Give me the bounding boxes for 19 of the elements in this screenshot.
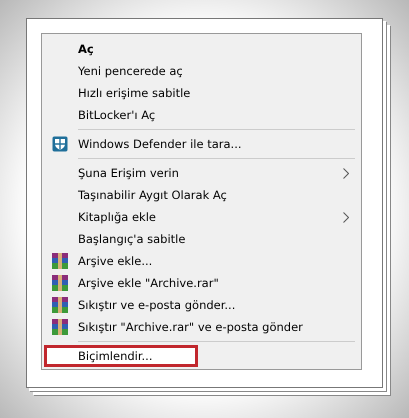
menu-item[interactable]: Hızlı erişime sabitle — [44, 82, 359, 104]
archive-icon — [52, 253, 68, 269]
menu-item[interactable]: Arşive ekle "Archive.rar" — [44, 272, 359, 294]
menu-item[interactable]: Sıkıştır ve e-posta gönder... — [44, 294, 359, 316]
menu-item[interactable]: Aç — [44, 38, 359, 60]
archive-icon — [52, 297, 68, 313]
archive-icon — [52, 275, 68, 291]
menu-item[interactable]: Taşınabilir Aygıt Olarak Aç — [44, 184, 359, 206]
menu-item[interactable]: Arşive ekle... — [44, 250, 359, 272]
menu-item[interactable]: Başlangıç'a sabitle — [44, 228, 359, 250]
menu-item[interactable]: BitLocker'ı Aç — [44, 104, 359, 126]
archive-icon — [52, 319, 68, 335]
menu-item[interactable]: Kitaplığa ekle — [44, 206, 359, 228]
menu-item[interactable]: Biçimlendir... — [44, 345, 198, 367]
menu-item[interactable]: Windows Defender ile tara... — [44, 133, 359, 155]
menu-item[interactable]: Sıkıştır "Archive.rar" ve e-posta gönder — [44, 316, 359, 338]
menu-item[interactable]: Yeni pencerede aç — [44, 60, 359, 82]
shield-icon — [52, 136, 68, 152]
menu-item[interactable]: Şuna Erişim verin — [44, 162, 359, 184]
